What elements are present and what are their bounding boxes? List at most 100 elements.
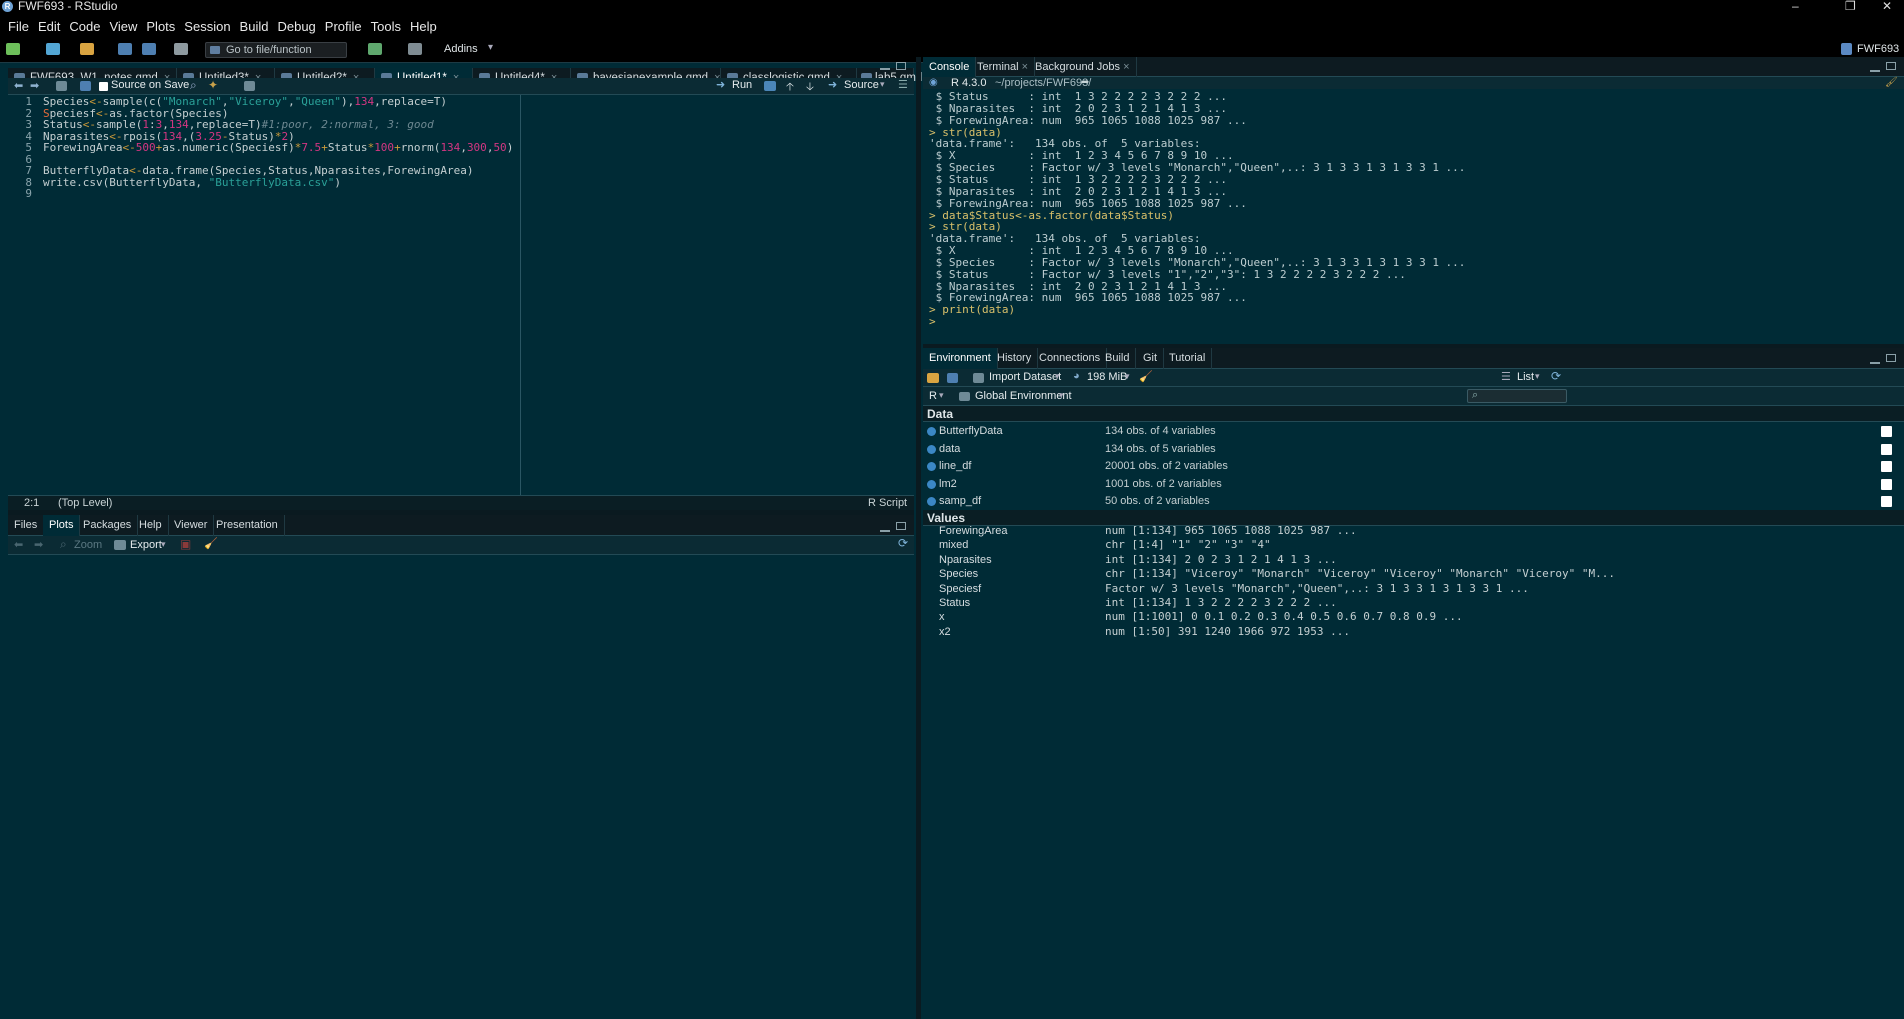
refresh-icon[interactable]: ⟳ <box>1551 369 1561 383</box>
addins-dropdown-icon[interactable]: ▾ <box>488 42 493 53</box>
env-data-row[interactable]: line_df 20001 obs. of 2 variables <box>923 458 1904 475</box>
minimize-files-icon[interactable] <box>880 528 890 532</box>
code-tools-wand-icon[interactable]: ✦ <box>208 78 218 92</box>
back-arrow-icon[interactable]: ⬅ <box>14 79 23 92</box>
close-tab-icon[interactable]: × <box>1123 61 1129 73</box>
import-dataset-button[interactable]: Import Dataset <box>989 371 1061 383</box>
zoom-icon[interactable]: ⌕ <box>60 537 67 552</box>
env-value-row[interactable]: x2 num [1:50] 391 1240 1966 972 1953 ... <box>923 625 1904 639</box>
previous-plot-icon[interactable]: ⬅ <box>14 538 23 551</box>
menu-code[interactable]: Code <box>65 19 105 34</box>
minimize-environment-icon[interactable] <box>1870 360 1880 364</box>
goto-directory-icon[interactable]: ➦ <box>1081 77 1089 89</box>
filetype-selector[interactable]: R Script <box>868 497 907 509</box>
new-file-icon[interactable] <box>6 43 20 55</box>
tab-files[interactable]: Files <box>8 515 45 536</box>
new-project-icon[interactable] <box>46 43 60 55</box>
document-outline-icon[interactable]: ☰ <box>898 78 908 91</box>
remove-plot-icon[interactable]: ▣ <box>180 537 191 551</box>
export-dropdown-icon[interactable]: ▾ <box>161 539 166 550</box>
goto-file-input[interactable]: Go to file/function <box>205 42 347 58</box>
environment-dropdown-icon[interactable]: ▾ <box>1059 390 1064 401</box>
save-icon[interactable] <box>118 43 132 55</box>
env-data-row[interactable]: ButterflyData 134 obs. of 4 variables <box>923 423 1904 440</box>
import-dataset-icon[interactable] <box>973 373 984 383</box>
memory-dropdown-icon[interactable]: ▾ <box>1125 371 1130 382</box>
load-workspace-icon[interactable] <box>927 373 939 383</box>
maximize-console-icon[interactable] <box>1886 62 1896 70</box>
env-value-row[interactable]: Nparasites int [1:134] 2 0 2 3 1 2 1 4 1 … <box>923 553 1904 567</box>
clear-console-icon[interactable]: 🖌 <box>1885 77 1898 89</box>
menu-view[interactable]: View <box>105 19 142 34</box>
env-value-row[interactable]: mixed chr [1:4] "1" "2" "3" "4" <box>923 538 1904 552</box>
tab-help[interactable]: Help <box>133 515 169 536</box>
minimize-console-icon[interactable] <box>1870 68 1880 72</box>
environment-selector[interactable]: Global Environment <box>975 390 1072 402</box>
env-value-row[interactable]: ForewingArea num [1:134] 965 1065 1088 10… <box>923 524 1904 538</box>
source-icon[interactable]: ➜ <box>828 78 837 91</box>
run-icon[interactable]: ➜ <box>716 78 725 91</box>
tab-connections[interactable]: Connections <box>1033 348 1108 369</box>
view-mode-selector[interactable]: List <box>1517 371 1534 383</box>
menu-edit[interactable]: Edit <box>34 19 65 34</box>
open-folder-icon[interactable] <box>80 43 94 55</box>
view-data-icon[interactable] <box>1881 426 1892 437</box>
run-button[interactable]: Run <box>732 79 752 91</box>
code-editor[interactable]: 1 2 3 4 5 6 7 8 9 Species<-sample(c("Mon… <box>8 95 914 495</box>
menu-build[interactable]: Build <box>236 19 274 34</box>
tab-plots[interactable]: Plots <box>43 515 81 536</box>
horizontal-splitter-left[interactable] <box>8 510 914 515</box>
export-button[interactable]: Export <box>130 539 162 551</box>
print-icon[interactable] <box>174 43 188 55</box>
env-value-row[interactable]: Speciesf Factor w/ 3 levels "Monarch","Qu… <box>923 582 1904 596</box>
console-output[interactable]: $ Status : int 1 3 2 2 2 2 3 2 2 2 ... $… <box>923 89 1903 345</box>
env-value-row[interactable]: Species chr [1:134] "Viceroy" "Monarch" "… <box>923 567 1904 581</box>
expand-arrow-icon[interactable] <box>927 427 936 436</box>
save-file-icon[interactable] <box>80 81 91 91</box>
show-in-window-icon[interactable] <box>56 81 67 91</box>
maximize-pane-icon[interactable] <box>896 62 906 70</box>
expand-arrow-icon[interactable] <box>927 444 936 454</box>
scope-selector[interactable]: (Top Level) <box>58 497 112 509</box>
menu-profile[interactable]: Profile <box>321 19 367 34</box>
rerun-icon[interactable] <box>764 81 776 91</box>
close-button[interactable]: ✕ <box>1882 0 1892 13</box>
compile-report-icon[interactable] <box>244 81 255 91</box>
tab-history[interactable]: History <box>991 348 1039 369</box>
zoom-button[interactable]: Zoom <box>74 539 102 551</box>
language-selector[interactable]: R <box>929 390 937 402</box>
expand-arrow-icon[interactable] <box>927 497 936 507</box>
vertical-splitter[interactable] <box>916 57 921 1019</box>
environment-search-input[interactable]: ⌕ <box>1467 389 1567 403</box>
source-dropdown-icon[interactable]: ▾ <box>880 79 885 90</box>
view-data-icon[interactable] <box>1881 461 1892 473</box>
export-icon[interactable] <box>114 540 126 550</box>
workspace-panes-icon[interactable] <box>408 43 422 55</box>
menu-session[interactable]: Session <box>180 19 235 34</box>
menu-plots[interactable]: Plots <box>142 19 180 34</box>
close-tab-icon[interactable]: × <box>1022 61 1028 73</box>
memory-usage[interactable]: 198 MiB <box>1087 371 1127 383</box>
env-data-row[interactable]: data 134 obs. of 5 variables <box>923 441 1904 458</box>
import-dropdown-icon[interactable]: ▾ <box>1055 371 1060 382</box>
next-plot-icon[interactable]: ➡ <box>34 538 43 551</box>
working-directory[interactable]: ~/projects/FWF693/ <box>995 77 1091 89</box>
search-icon[interactable]: ⌕ <box>190 78 197 93</box>
menu-file[interactable]: File <box>4 19 34 34</box>
refresh-plot-icon[interactable]: ⟳ <box>898 536 908 550</box>
maximize-files-icon[interactable] <box>896 522 906 530</box>
tab-packages[interactable]: Packages <box>77 515 139 536</box>
view-data-icon[interactable] <box>1881 478 1892 490</box>
tab-build[interactable]: Build <box>1099 348 1137 369</box>
tab-viewer[interactable]: Viewer <box>168 515 215 536</box>
expand-arrow-icon[interactable] <box>927 479 936 489</box>
clear-all-plots-broom-icon[interactable]: 🧹 <box>204 537 218 550</box>
env-data-row[interactable]: lm2 1001 obs. of 2 variables <box>923 476 1904 493</box>
tab-terminal[interactable]: Terminal × <box>971 57 1036 77</box>
env-value-row[interactable]: x num [1:1001] 0 0.1 0.2 0.3 0.4 0.5 0.6 … <box>923 610 1904 624</box>
env-data-row[interactable]: samp_df 50 obs. of 2 variables <box>923 493 1904 510</box>
minimize-pane-icon[interactable] <box>880 66 890 70</box>
menu-debug[interactable]: Debug <box>273 19 320 34</box>
project-menu[interactable]: FWF693 <box>1857 43 1899 55</box>
tab-presentation[interactable]: Presentation <box>210 515 285 536</box>
